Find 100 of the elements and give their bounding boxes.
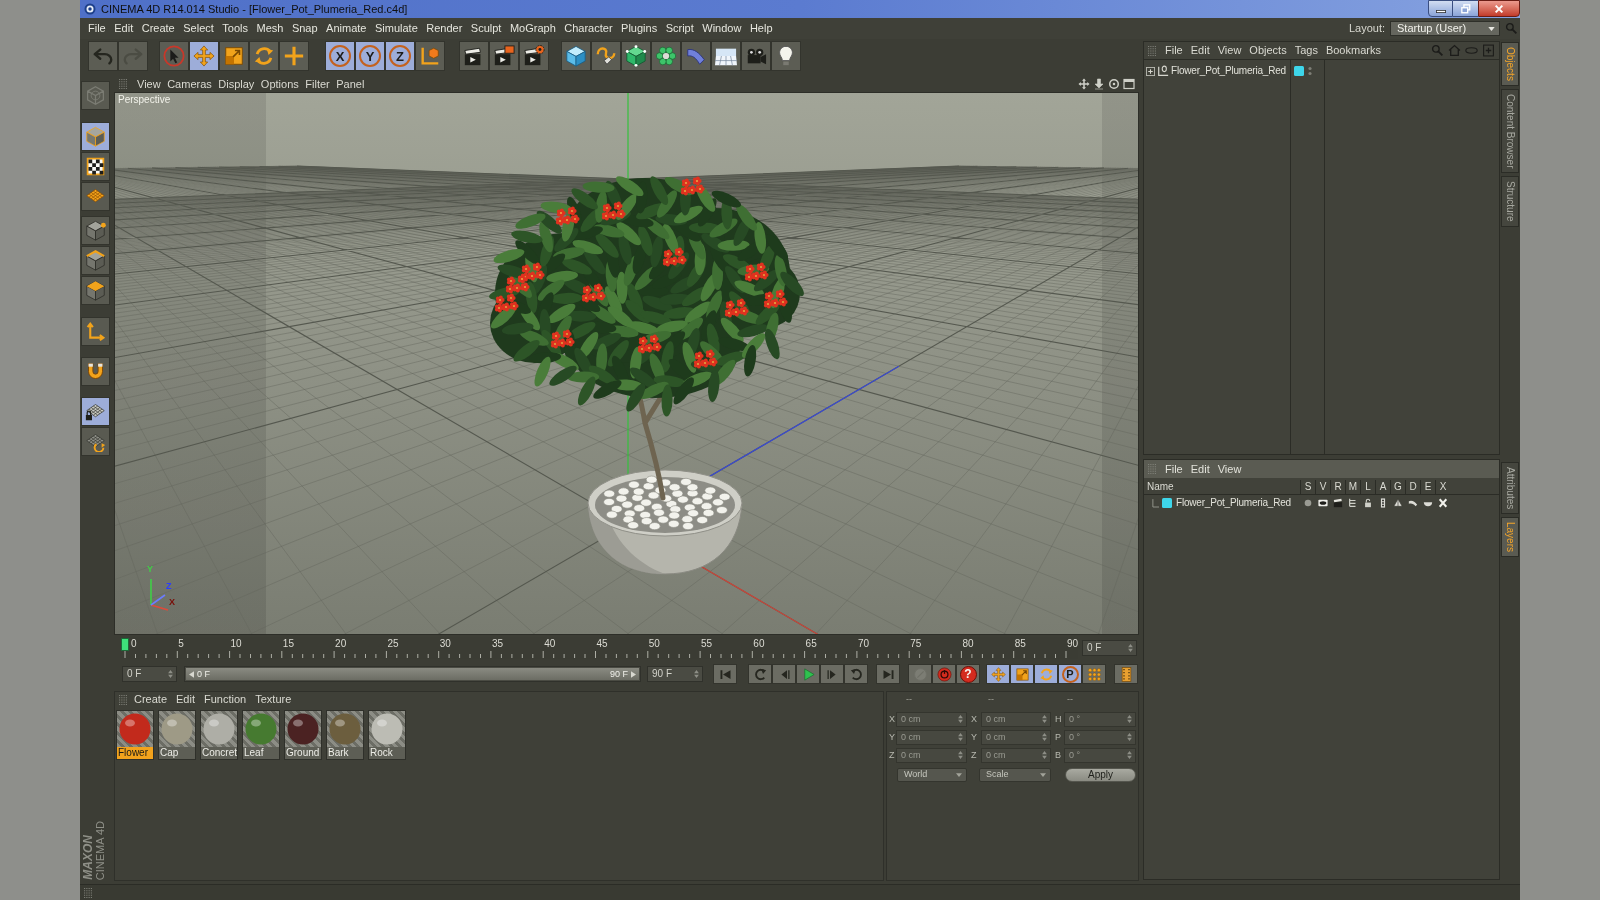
material-menu-item[interactable]: Edit [176,694,195,705]
close-button[interactable] [1478,0,1520,17]
polygons-mode-button[interactable] [81,276,110,305]
scale-button[interactable] [219,41,249,71]
move-button[interactable] [189,41,219,71]
material-tile[interactable]: Concret [200,710,238,760]
live-selection-button[interactable] [159,41,189,71]
material-menu-item[interactable]: Function [204,694,247,705]
previous-frame-button[interactable] [772,664,796,684]
subdivision-button[interactable] [621,41,651,71]
panel-menu-item[interactable]: Bookmarks [1325,45,1381,56]
menu-item[interactable]: Tools [222,23,248,34]
layout-dropdown[interactable]: Startup (User) [1390,21,1500,36]
material-tile[interactable]: Rock [368,710,406,760]
menu-item[interactable]: Script [665,23,694,34]
material-menu-item[interactable]: Texture [255,694,292,705]
layer-name[interactable]: Flower_Pot_Plumeria_Red [1176,498,1291,508]
object-name[interactable]: Flower_Pot_Plumeria_Red [1171,66,1286,76]
material-tile[interactable]: Cap [158,710,196,760]
help-button[interactable]: ? [956,664,980,684]
viewport-menu-item[interactable]: Filter [305,78,330,90]
material-tile[interactable]: Bark [326,710,364,760]
points-mode-button[interactable] [81,216,110,245]
side-tab[interactable]: Content Browser [1501,88,1519,174]
apply-button[interactable]: Apply [1065,767,1136,782]
material-tile[interactable]: Leaf [242,710,280,760]
cloner-button[interactable] [651,41,681,71]
scale-key-button[interactable] [1010,664,1034,684]
menu-item[interactable]: Window [702,23,742,34]
material-tile[interactable]: Flower [116,710,154,760]
transform-mode-dropdown[interactable]: Scale [979,767,1051,782]
menu-item[interactable]: Help [749,23,773,34]
panel-menu-item[interactable]: Objects [1249,45,1287,56]
menu-item[interactable]: Render [426,23,463,34]
panel-menu-item[interactable]: Tags [1294,45,1318,56]
viewport-menu-item[interactable]: Display [218,78,255,90]
panel-menu-item[interactable]: View [1217,463,1242,475]
viewport-menu-item[interactable]: Options [260,78,299,90]
planar-workplane-button[interactable] [81,427,110,456]
menu-item[interactable]: Create [141,23,175,34]
go-to-start-button[interactable] [713,664,737,684]
maximize-button[interactable] [1453,0,1478,17]
material-tile[interactable]: Ground [284,710,322,760]
material-menu-item[interactable]: Create [134,694,168,705]
deformer-button[interactable] [681,41,711,71]
transform-button[interactable] [279,41,309,71]
menu-item[interactable]: File [88,23,106,34]
menu-item[interactable]: MoGraph [509,23,556,34]
position-key-button[interactable] [986,664,1010,684]
render-settings-button[interactable] [519,41,549,71]
coordinate-space-dropdown[interactable]: World [897,767,967,782]
viewport-menu-item[interactable]: Panel [336,78,365,90]
axis-mode-button[interactable] [81,317,110,346]
viewport-menu-item[interactable]: View [137,78,161,90]
workplane-mode-button[interactable] [81,182,110,211]
start-frame-field[interactable]: 0 F [122,666,177,682]
cube-button[interactable] [561,41,591,71]
menu-item[interactable]: Animate [326,23,367,34]
z-axis-button[interactable]: Z [385,41,415,71]
play-button[interactable] [796,664,820,684]
light-button[interactable] [771,41,801,71]
frame-range-bar[interactable]: 0 F 90 F [186,668,639,680]
point-key-button[interactable] [1082,664,1106,684]
previous-key-button[interactable] [748,664,772,684]
menu-item[interactable]: Sculpt [470,23,502,34]
render-button[interactable] [489,41,519,71]
spline-button[interactable] [591,41,621,71]
x-axis-button[interactable]: X [325,41,355,71]
panel-menu-item[interactable]: File [1165,463,1183,475]
current-frame-field[interactable]: 0 F [1082,640,1137,656]
render-view-button[interactable] [459,41,489,71]
rotation-key-button[interactable] [1034,664,1058,684]
timeline-button[interactable] [1114,664,1138,684]
lock-workplane-button[interactable] [81,397,110,426]
floor-button[interactable] [711,41,741,71]
next-key-button[interactable] [844,664,868,684]
menu-item[interactable]: Plugins [621,23,658,34]
snap-button[interactable] [81,357,110,386]
side-tab[interactable]: Attributes [1501,462,1519,515]
panel-menu-item[interactable]: View [1217,45,1242,56]
texture-mode-button[interactable] [81,152,110,181]
playhead-marker[interactable] [121,638,129,651]
panel-menu-item[interactable]: Edit [1190,463,1210,475]
menu-item[interactable]: Edit [114,23,134,34]
menu-item[interactable]: Snap [291,23,318,34]
coordinate-system-button[interactable] [415,41,445,71]
timeline-ruler[interactable]: 0 5 10 15 20 25 30 35 40 45 50 55 60 65 70 75 80 85 90 [120,637,1078,659]
end-frame-field[interactable]: 90 F [647,666,703,682]
edges-mode-button[interactable] [81,246,110,275]
viewport-menu-item[interactable]: Cameras [167,78,212,90]
y-axis-button[interactable]: Y [355,41,385,71]
go-to-end-button[interactable] [876,664,900,684]
side-tab[interactable]: Structure [1501,176,1519,227]
record-button[interactable] [932,664,956,684]
minimize-button[interactable] [1428,0,1453,17]
side-tab[interactable]: Objects [1501,42,1519,86]
panel-menu-item[interactable]: File [1165,45,1183,56]
menu-item[interactable]: Mesh [256,23,284,34]
menu-item[interactable]: Character [564,23,613,34]
parameter-key-button[interactable]: P [1058,664,1082,684]
